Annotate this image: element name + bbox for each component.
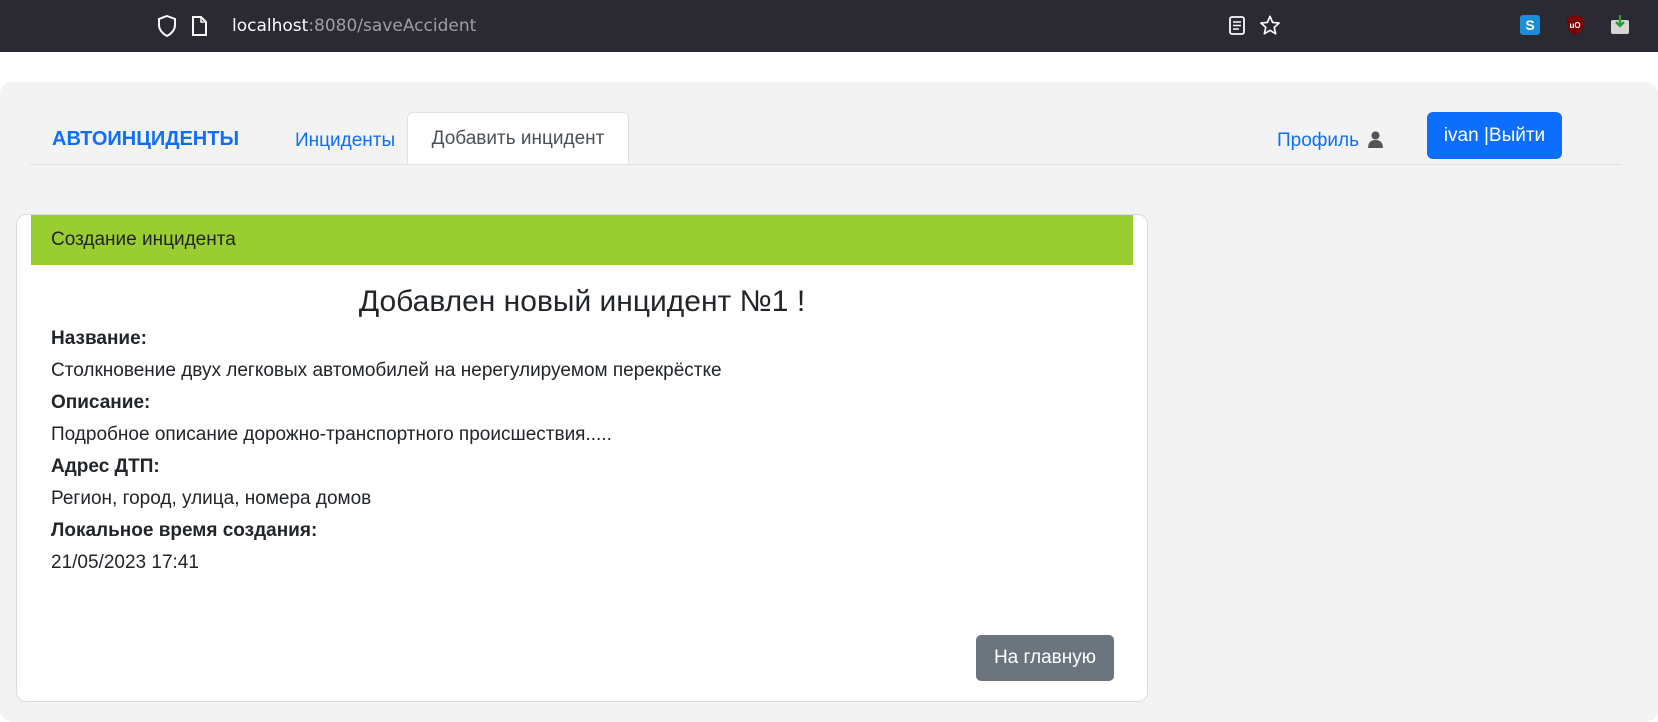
profile-link[interactable]: Профиль (1277, 130, 1384, 152)
home-button[interactable]: На главную (976, 635, 1114, 681)
field-value-description: Подробное описание дорожно-транспортного… (51, 424, 612, 445)
url-host: localhost (232, 16, 309, 36)
page-icon (192, 16, 207, 36)
success-title: Добавлен новый инцидент №1 ! (358, 285, 806, 318)
reader-view-icon[interactable] (1229, 16, 1245, 35)
field-label-description: Описание: (51, 392, 151, 413)
extension-s-letter: S (1525, 17, 1534, 33)
incident-card: Создание инцидента Добавлен новый инциде… (16, 214, 1148, 702)
nav-incidents-link[interactable]: Инциденты (295, 130, 395, 152)
star-icon[interactable] (1259, 15, 1281, 36)
extension-s-icon[interactable]: S (1520, 15, 1540, 35)
top-navbar: АВТОИНЦИДЕНТЫ Инциденты Добавить инциден… (30, 112, 1622, 165)
field-value-name: Столкновение двух легковых автомобилей н… (51, 360, 722, 381)
field-label-name: Название: (51, 328, 148, 349)
field-value-created-time: 21/05/2023 17:41 (51, 552, 199, 573)
browser-toolbar: localhost:8080/saveAccident S uO (0, 0, 1658, 52)
address-bar-url[interactable]: localhost:8080/saveAccident (232, 16, 476, 36)
field-value-address: Регион, город, улица, номера домов (51, 488, 372, 509)
field-label-address: Адрес ДТП: (51, 456, 160, 477)
ublock-icon[interactable]: uO (1565, 14, 1585, 36)
shield-icon[interactable] (157, 15, 177, 37)
profile-label: Профиль (1277, 130, 1360, 151)
card-header: Создание инцидента (31, 215, 1133, 265)
download-extension-icon[interactable] (1610, 14, 1630, 36)
brand-link[interactable]: АВТОИНЦИДЕНТЫ (52, 128, 239, 151)
url-path: :8080/saveAccident (308, 16, 477, 36)
user-icon (1368, 131, 1384, 148)
logout-button[interactable]: ivan |Выйти (1427, 112, 1562, 159)
page-container: АВТОИНЦИДЕНТЫ Инциденты Добавить инциден… (0, 82, 1658, 722)
tab-add-incident[interactable]: Добавить инцидент (407, 112, 629, 164)
ublock-letters: uO (1569, 21, 1580, 30)
field-label-created-time: Локальное время создания: (51, 520, 318, 541)
